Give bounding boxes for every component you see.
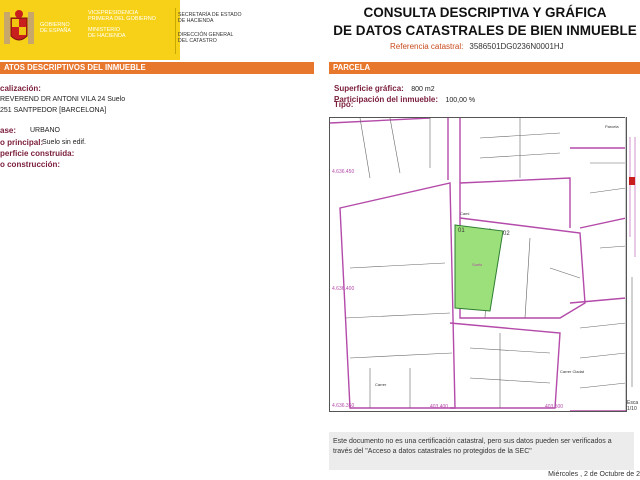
- coord-left-2: 4.636.400: [332, 286, 354, 292]
- parcel-number-01: 01: [458, 228, 465, 234]
- map-legend: [625, 117, 640, 410]
- street-label-2: Carrer: [375, 382, 387, 387]
- verification-note: Este documento no es una certificación c…: [329, 432, 634, 470]
- descriptive-data-heading: ATOS DESCRIPTIVOS DEL INMUEBLE: [0, 62, 314, 74]
- header-divider: [175, 8, 176, 54]
- cadastral-reference: Referencia catastral: 3586501DG0236N0001H…: [390, 42, 564, 51]
- address-line1: REVEREND DR ANTONI VILA 24 Suelo: [0, 96, 126, 103]
- cadastral-map[interactable]: 4.636.450 4.636.400 4.636.350 403.400 40…: [329, 117, 627, 412]
- secretariat-names: SECRETARÍA DE ESTADO DE HACIENDA DIRECCIÓ…: [178, 12, 242, 44]
- coord-left-1: 4.636.450: [332, 169, 354, 175]
- construction-year-label: o construcción:: [0, 160, 61, 169]
- parcel-number-02: 02: [503, 231, 510, 237]
- class-value: URBANO: [30, 127, 60, 134]
- coord-left-3: 4.636.350: [332, 403, 354, 409]
- parcel-type-label: Tipo:: [334, 100, 354, 109]
- address-line2: 251 SANTPEDOR [BARCELONA]: [0, 107, 107, 114]
- parcel-tag: Suelo: [472, 262, 483, 267]
- built-area-label: perficie construida:: [0, 149, 75, 158]
- parcel-highlight: [454, 224, 504, 312]
- document-date: Miércoles , 2 de Octubre de 2: [548, 471, 640, 478]
- legend-tag: Parcela: [605, 124, 619, 129]
- parcel-share-row: Participación del inmueble: 100,00 %: [334, 95, 476, 104]
- street-label-1: Cami: [460, 211, 469, 216]
- coord-bottom-1: 403.400: [430, 404, 448, 410]
- main-use-value: Suelo sin edif.: [42, 139, 86, 146]
- government-name: GOBIERNO DE ESPAÑA: [40, 22, 72, 34]
- class-label: ase:: [0, 126, 17, 135]
- location-label: calización:: [0, 84, 41, 93]
- main-use-label: o principal:: [0, 138, 44, 147]
- street-label-3: Carrer Cladat: [560, 369, 585, 374]
- document-title: CONSULTA DESCRIPTIVA Y GRÁFICA DE DATOS C…: [333, 5, 637, 38]
- parcel-heading: PARCELA: [329, 62, 640, 74]
- map-scale: Esca 1/10: [627, 400, 639, 412]
- ministry-names: VICEPRESIDENCIA PRIMERA DEL GOBIERNO MINI…: [88, 10, 156, 39]
- coord-bottom-2: 403.500: [545, 404, 563, 410]
- coat-of-arms-icon: [4, 10, 34, 44]
